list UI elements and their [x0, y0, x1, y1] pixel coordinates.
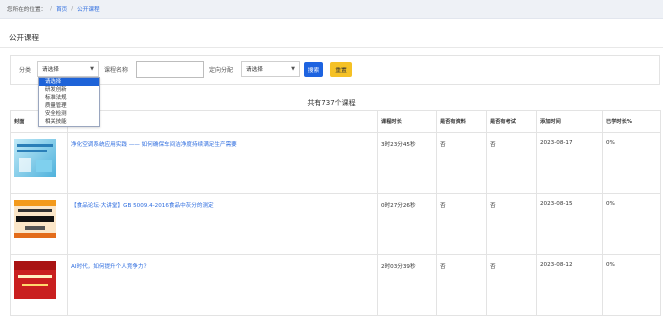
- table-row: 【食品论坛·大讲堂】GB 5009.4-2016食品中灰分的测定 0时27分26…: [10, 193, 661, 255]
- progress-cell: 0%: [602, 193, 661, 255]
- assign-select-value: 请选择: [246, 67, 263, 73]
- title-divider: [0, 47, 663, 48]
- material-cell: 否: [436, 193, 487, 255]
- exam-cell: 否: [486, 254, 537, 316]
- course-name-link[interactable]: 净化空调系统应用实践 —— 如何确保车间洁净度持续满足生产需要: [71, 142, 237, 148]
- breadcrumb-home-link[interactable]: 首页: [56, 5, 67, 13]
- search-button[interactable]: 搜索: [304, 62, 323, 77]
- chevron-down-icon: ▼: [90, 66, 94, 72]
- category-select-value: 请选择: [42, 67, 59, 73]
- table-row: AI时代，如何提升个人竞争力？ 2时03分39秒 否 否 2023-08-12 …: [10, 254, 661, 316]
- breadcrumb-current-link[interactable]: 公开课程: [77, 5, 99, 13]
- column-header: 是否有资料: [436, 110, 487, 133]
- duration-cell: 0时27分26秒: [377, 193, 437, 255]
- duration-cell: 3时23分45秒: [377, 132, 437, 194]
- dropdown-option[interactable]: 安全检测: [39, 110, 99, 118]
- cover-cell: [10, 254, 68, 316]
- breadcrumb-prefix: 您所在的位置：: [7, 7, 47, 13]
- course-cover-image[interactable]: [14, 139, 56, 177]
- course-cover-image[interactable]: [14, 261, 56, 299]
- page-title: 公开课程: [9, 33, 39, 42]
- course-cover-image[interactable]: [14, 200, 56, 238]
- assign-label: 定向分配: [209, 67, 234, 74]
- category-dropdown-list: 请选择 研发创新 标准法规 质量管理 安全检测 相关技能: [38, 77, 100, 127]
- table-header-row: 封面 课程名称 课程时长 是否有资料 是否有考试 添加时间 已学时长%: [10, 110, 661, 133]
- added-date-cell: 2023-08-17: [536, 132, 603, 194]
- dropdown-option[interactable]: 标准法规: [39, 94, 99, 102]
- material-cell: 否: [436, 254, 487, 316]
- cover-cell: [10, 132, 68, 194]
- progress-cell: 0%: [602, 254, 661, 316]
- exam-cell: 否: [486, 193, 537, 255]
- column-header: 课程时长: [377, 110, 437, 133]
- progress-cell: 0%: [602, 132, 661, 194]
- dropdown-option[interactable]: 研发创新: [39, 86, 99, 94]
- dropdown-option[interactable]: 质量管理: [39, 102, 99, 110]
- breadcrumb-separator: /: [50, 6, 53, 12]
- course-table: 封面 课程名称 课程时长 是否有资料 是否有考试 添加时间 已学时长% 净化空调…: [10, 110, 661, 316]
- breadcrumb: 您所在的位置： / 首页 / 公开课程: [0, 0, 663, 19]
- exam-cell: 否: [486, 132, 537, 194]
- column-header: 已学时长%: [602, 110, 661, 133]
- breadcrumb-separator: /: [71, 6, 74, 12]
- duration-cell: 2时03分39秒: [377, 254, 437, 316]
- material-cell: 否: [436, 132, 487, 194]
- column-header: 添加时间: [536, 110, 603, 133]
- course-name-link[interactable]: AI时代，如何提升个人竞争力？: [71, 264, 149, 270]
- course-name-input[interactable]: [136, 61, 204, 78]
- assign-select[interactable]: 请选择 ▼: [241, 61, 300, 77]
- cover-cell: [10, 193, 68, 255]
- dropdown-option[interactable]: 相关技能: [39, 118, 99, 126]
- added-date-cell: 2023-08-12: [536, 254, 603, 316]
- course-name-label: 课程名称: [104, 67, 129, 74]
- category-select[interactable]: 请选择 ▼: [37, 61, 99, 77]
- course-name-link[interactable]: 【食品论坛·大讲堂】GB 5009.4-2016食品中灰分的测定: [71, 203, 214, 209]
- chevron-down-icon: ▼: [291, 66, 295, 72]
- dropdown-option[interactable]: 请选择: [39, 78, 99, 86]
- column-header: 是否有考试: [486, 110, 537, 133]
- category-label: 分类: [19, 67, 32, 74]
- column-header: 课程名称: [67, 110, 378, 133]
- added-date-cell: 2023-08-15: [536, 193, 603, 255]
- table-row: 净化空调系统应用实践 —— 如何确保车间洁净度持续满足生产需要 3时23分45秒…: [10, 132, 661, 194]
- reset-button[interactable]: 重置: [330, 62, 352, 77]
